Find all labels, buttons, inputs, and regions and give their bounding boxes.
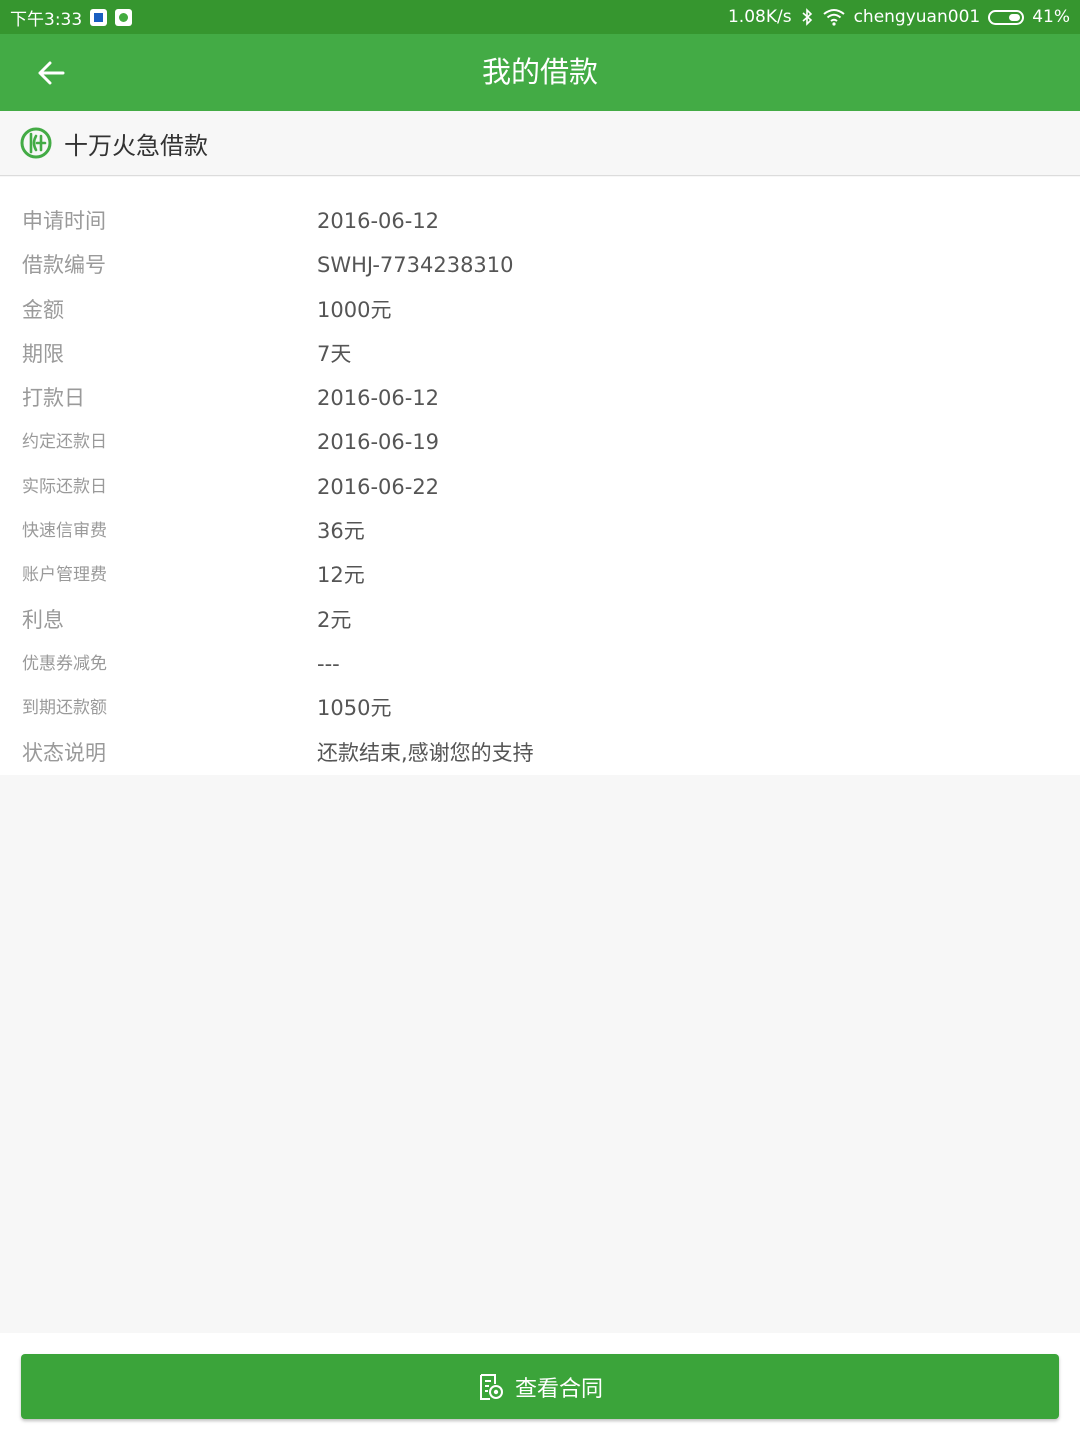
- detail-label: 借款编号: [22, 253, 106, 278]
- product-name: 十万火急借款: [64, 131, 208, 160]
- detail-value: 1050元: [317, 696, 392, 721]
- detail-label: 状态说明: [22, 740, 106, 765]
- detail-value: 2016-06-22: [317, 474, 440, 499]
- detail-value: 2016-06-19: [317, 430, 440, 455]
- detail-row-total-due: 到期还款额 1050元: [0, 686, 1080, 730]
- product-header: 十万火急借款: [0, 111, 1080, 176]
- detail-row-coupon: 优惠券减免 ---: [0, 642, 1080, 686]
- detail-label: 优惠券减免: [22, 653, 107, 674]
- loan-details: 申请时间 2016-06-12 借款编号 SWHJ-7734238310 金额 …: [0, 177, 1080, 775]
- detail-value: 2016-06-12: [317, 209, 440, 233]
- detail-value: 7天: [317, 341, 352, 366]
- detail-row-loan-number: 借款编号 SWHJ-7734238310: [0, 243, 1080, 287]
- view-contract-label: 查看合同: [514, 1376, 603, 1402]
- notification-app-icon: [115, 8, 133, 26]
- detail-value: 2元: [317, 607, 352, 632]
- bottom-bar: 查看合同: [0, 1333, 1080, 1440]
- detail-value: 1000元: [317, 297, 392, 322]
- detail-label: 实际还款日: [22, 476, 107, 497]
- detail-row-payout-date: 打款日 2016-06-12: [0, 376, 1080, 420]
- back-button[interactable]: [26, 48, 76, 98]
- detail-label: 约定还款日: [22, 432, 107, 453]
- detail-row-review-fee: 快速信审费 36元: [0, 509, 1080, 553]
- detail-label: 账户管理费: [22, 565, 107, 586]
- detail-label: 打款日: [22, 386, 85, 411]
- battery-percent: 41%: [1032, 7, 1070, 27]
- detail-row-account-fee: 账户管理费 12元: [0, 553, 1080, 597]
- network-speed: 1.08K/s: [727, 7, 792, 27]
- detail-label: 金额: [22, 297, 64, 322]
- detail-value: ---: [317, 651, 340, 676]
- detail-row-due-date: 约定还款日 2016-06-19: [0, 420, 1080, 464]
- detail-row-term: 期限 7天: [0, 332, 1080, 376]
- contract-document-icon: [479, 1373, 503, 1400]
- page-title: 我的借款: [481, 55, 598, 89]
- detail-label: 到期还款额: [22, 698, 107, 719]
- detail-row-actual-repay-date: 实际还款日 2016-06-22: [0, 465, 1080, 509]
- detail-row-amount: 金额 1000元: [0, 288, 1080, 332]
- status-bar: 下午3:33 1.08K/s chengyuan001 41%: [0, 0, 1080, 34]
- detail-row-apply-date: 申请时间 2016-06-12: [0, 199, 1080, 243]
- title-bar: 我的借款: [0, 34, 1080, 111]
- detail-value: 还款结束,感谢您的支持: [317, 740, 534, 765]
- wifi-icon: [822, 9, 845, 26]
- detail-row-status: 状态说明 还款结束,感谢您的支持: [0, 731, 1080, 775]
- detail-label: 快速信审费: [22, 521, 107, 542]
- battery-icon: [988, 9, 1025, 25]
- notification-app-icon: [90, 8, 108, 26]
- product-logo-icon: [20, 127, 52, 159]
- status-time: 下午3:33: [10, 9, 83, 30]
- status-bar-left: 下午3:33: [10, 5, 133, 30]
- detail-value: SWHJ-7734238310: [317, 253, 514, 278]
- wifi-name: chengyuan001: [853, 7, 981, 27]
- detail-value: 36元: [317, 519, 365, 544]
- detail-value: 2016-06-12: [317, 386, 440, 411]
- detail-value: 12元: [317, 563, 365, 588]
- detail-row-interest: 利息 2元: [0, 598, 1080, 642]
- bluetooth-icon: [802, 8, 812, 26]
- arrow-left-icon: [38, 61, 65, 85]
- detail-label: 申请时间: [22, 209, 106, 233]
- status-bar-right: 1.08K/s chengyuan001 41%: [728, 7, 1070, 27]
- view-contract-button[interactable]: 查看合同: [21, 1354, 1059, 1419]
- detail-label: 期限: [22, 341, 64, 366]
- detail-label: 利息: [22, 607, 64, 632]
